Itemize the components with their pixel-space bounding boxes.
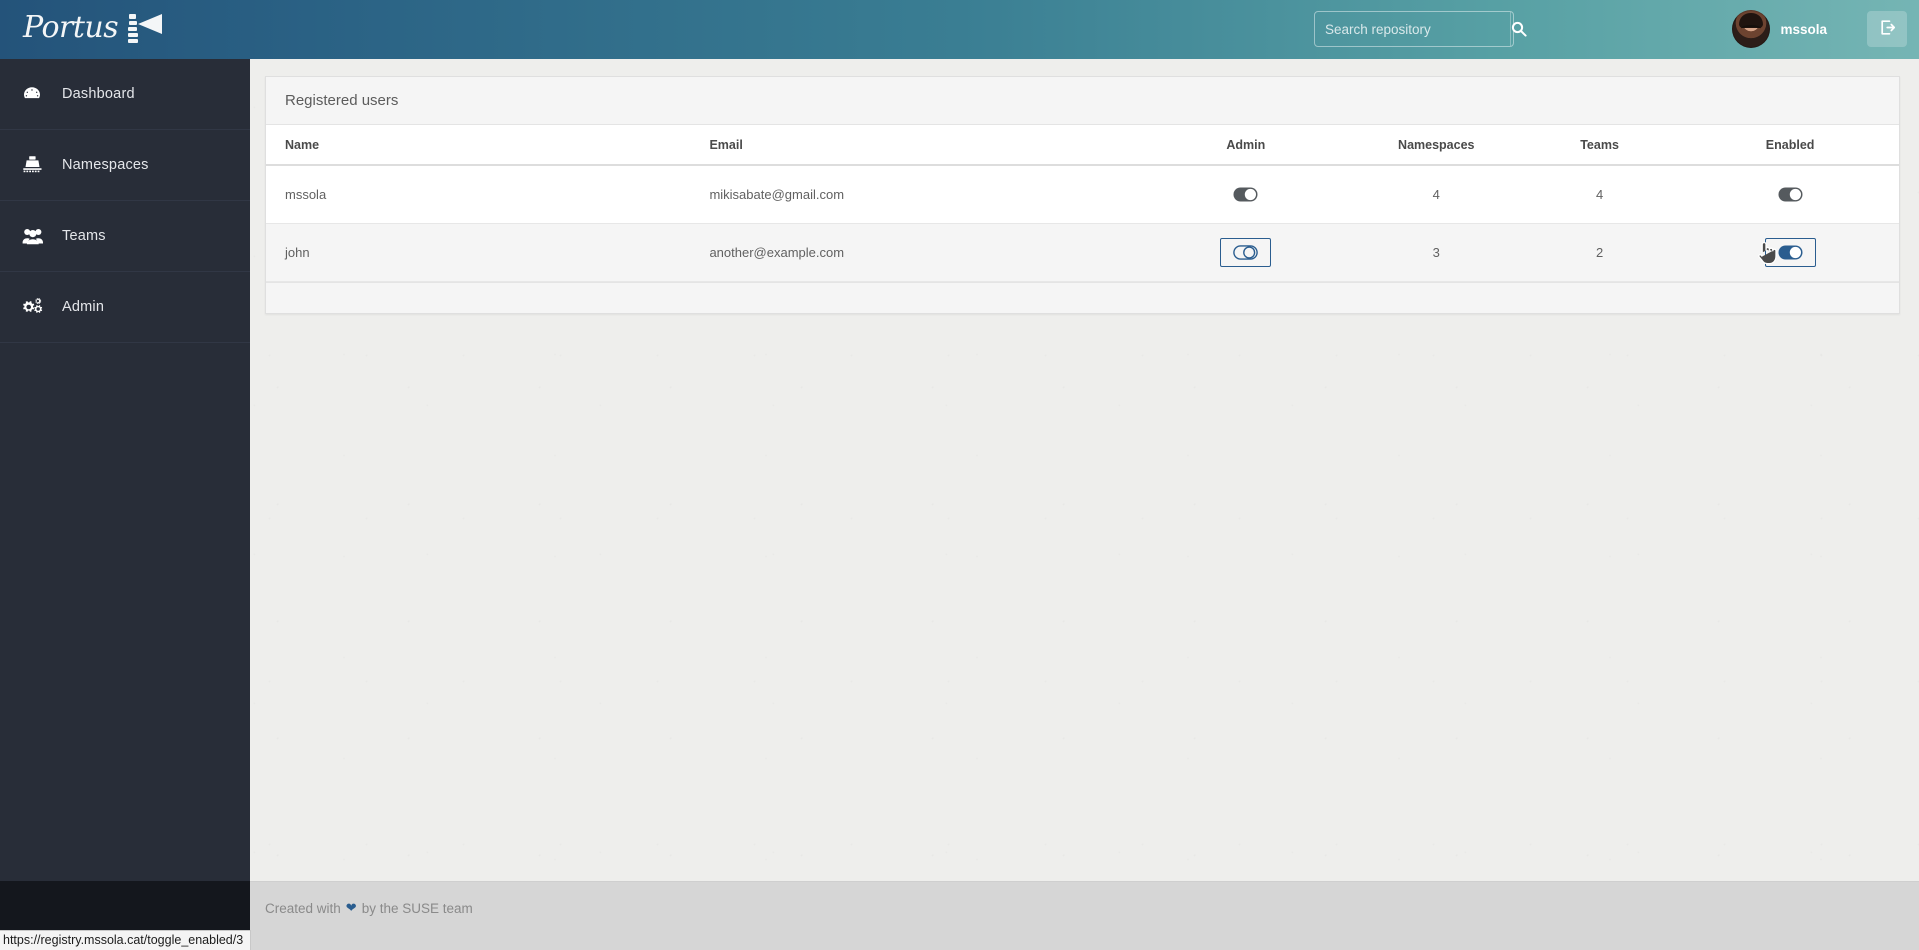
- lighthouse-icon: [126, 12, 163, 46]
- cell-teams: 2: [1517, 223, 1682, 282]
- sidebar: Dashboard Namespaces Teams Admin: [0, 59, 250, 950]
- toggle-on-icon: [1778, 245, 1803, 260]
- main-content: Registered users Name Email Admin Namesp…: [250, 59, 1919, 950]
- cell-namespaces: 3: [1354, 223, 1518, 282]
- column-header-namespaces: Namespaces: [1354, 125, 1518, 166]
- table-head: Name Email Admin Namespaces Teams Enable…: [266, 125, 1899, 166]
- username-label: mssola: [1780, 21, 1827, 37]
- table-header-row: Name Email Admin Namespaces Teams Enable…: [266, 125, 1899, 166]
- sidebar-item-teams[interactable]: Teams: [0, 201, 250, 272]
- cell-namespaces: 4: [1354, 165, 1518, 224]
- search-button[interactable]: [1510, 12, 1527, 46]
- logout-button[interactable]: [1867, 11, 1907, 47]
- ship-icon: [22, 155, 56, 175]
- footer-suffix: by the SUSE team: [361, 900, 473, 916]
- table-body: mssola mikisabate@gmail.com 4 4 john ano…: [266, 165, 1899, 282]
- sidebar-item-label: Admin: [62, 299, 105, 315]
- table-row: mssola mikisabate@gmail.com 4 4: [266, 165, 1899, 224]
- enabled-toggle-button[interactable]: [1765, 180, 1816, 209]
- users-table: Name Email Admin Namespaces Teams Enable…: [266, 125, 1899, 282]
- portus-logo[interactable]: Portus: [23, 5, 163, 53]
- avatar: [1732, 10, 1771, 48]
- column-header-email: Email: [701, 125, 1137, 166]
- column-header-teams: Teams: [1517, 125, 1682, 166]
- sidebar-item-dashboard[interactable]: Dashboard: [0, 59, 250, 130]
- status-bar-url: https://registry.mssola.cat/toggle_enabl…: [0, 930, 252, 950]
- toggle-off-icon: [1233, 245, 1259, 260]
- registered-users-panel: Registered users Name Email Admin Namesp…: [265, 76, 1900, 314]
- panel-footer: [266, 282, 1899, 313]
- panel-title: Registered users: [266, 77, 1899, 125]
- footer-prefix: Created with: [265, 900, 341, 916]
- cogs-icon: [22, 297, 56, 317]
- admin-toggle-button[interactable]: [1220, 180, 1271, 209]
- dashboard-icon: [22, 84, 56, 104]
- cell-enabled: [1681, 165, 1899, 224]
- heart-icon: ❤: [345, 900, 357, 915]
- sign-out-icon: [1879, 19, 1896, 39]
- sidebar-item-label: Dashboard: [62, 86, 135, 102]
- sidebar-item-label: Namespaces: [62, 157, 149, 173]
- cell-admin: [1136, 165, 1355, 224]
- sidebar-item-admin[interactable]: Admin: [0, 272, 250, 343]
- toggle-on-icon: [1233, 187, 1258, 202]
- cell-email: another@example.com: [701, 223, 1137, 282]
- cell-admin: [1136, 223, 1355, 282]
- panel-body: Name Email Admin Namespaces Teams Enable…: [266, 125, 1899, 282]
- users-icon: [22, 227, 56, 245]
- search-box[interactable]: [1314, 11, 1527, 47]
- search-icon: [1511, 21, 1527, 37]
- cell-name: mssola: [266, 165, 702, 224]
- cell-name: john: [266, 223, 702, 282]
- app-header: Portus mssola: [0, 0, 1919, 59]
- app-footer: Created with ❤ by the SUSE team: [250, 881, 1919, 950]
- toggle-on-icon: [1778, 187, 1803, 202]
- admin-toggle-button[interactable]: [1220, 238, 1272, 267]
- cell-email: mikisabate@gmail.com: [701, 165, 1137, 224]
- column-header-enabled: Enabled: [1681, 125, 1899, 166]
- footer-credit: Created with ❤ by the SUSE team: [265, 900, 473, 916]
- column-header-name: Name: [266, 125, 702, 166]
- user-menu[interactable]: mssola: [1732, 9, 1827, 49]
- table-row: john another@example.com 3 2: [266, 223, 1899, 282]
- logo-wordmark: Portus: [23, 10, 119, 45]
- cell-teams: 4: [1517, 165, 1682, 224]
- sidebar-item-namespaces[interactable]: Namespaces: [0, 130, 250, 201]
- cell-enabled: [1681, 223, 1899, 282]
- sidebar-item-label: Teams: [62, 228, 106, 244]
- column-header-admin: Admin: [1136, 125, 1355, 166]
- enabled-toggle-button[interactable]: [1764, 238, 1816, 267]
- search-input[interactable]: [1315, 12, 1510, 46]
